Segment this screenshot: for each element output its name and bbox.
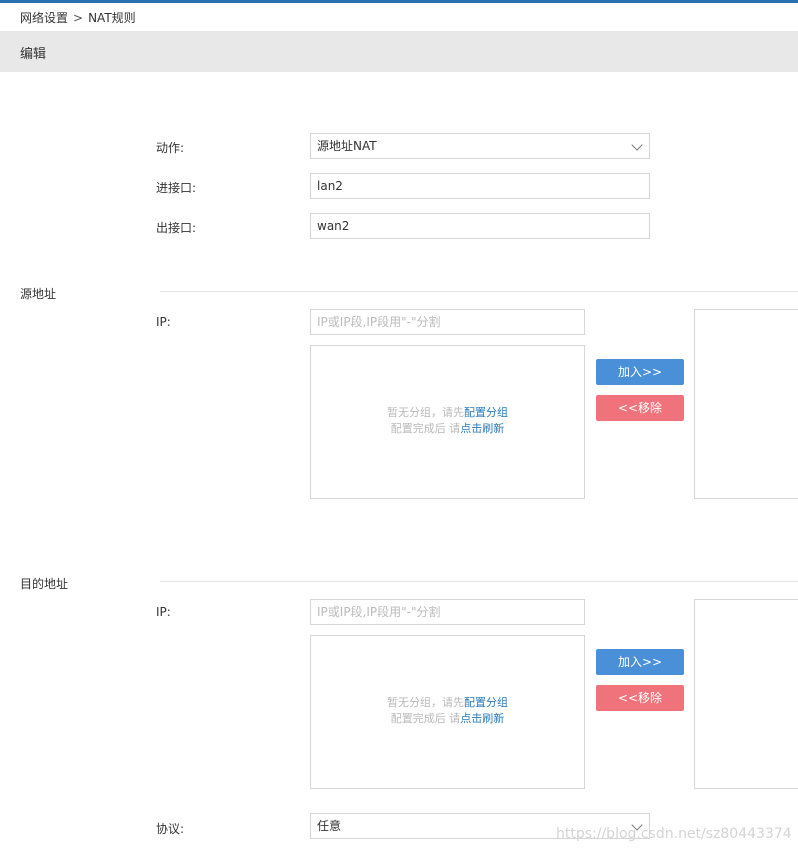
destination-refresh-link[interactable]: 点击刷新 (460, 712, 504, 725)
source-empty-text-2: 配置完成后 请 (390, 422, 461, 435)
destination-empty-text-1: 暂无分组，请先 (387, 696, 464, 709)
source-config-group-link[interactable]: 配置分组 (464, 406, 508, 419)
source-ip-input[interactable] (310, 309, 585, 335)
action-label: 动作: (156, 141, 185, 155)
in-interface-input[interactable] (310, 173, 650, 199)
watermark: https://blog.csdn.net/sz80443374 (556, 826, 792, 842)
destination-empty-text-2: 配置完成后 请 (390, 712, 461, 725)
protocol-select-value: 任意 (317, 819, 342, 833)
destination-add-button[interactable]: 加入>> (596, 649, 684, 675)
out-interface-label: 出接口: (156, 221, 197, 235)
destination-config-group-link[interactable]: 配置分组 (464, 696, 508, 709)
panel-title: 编辑 (20, 47, 47, 62)
destination-remove-button[interactable]: <<移除 (596, 685, 684, 711)
protocol-label: 协议: (156, 822, 185, 836)
in-interface-label: 进接口: (156, 181, 197, 195)
source-divider (160, 291, 798, 292)
source-empty-message: 暂无分组，请先配置分组 配置完成后 请点击刷新 (311, 405, 584, 437)
destination-group-list[interactable]: 暂无分组，请先配置分组 配置完成后 请点击刷新 (310, 635, 585, 789)
source-group-list[interactable]: 暂无分组，请先配置分组 配置完成后 请点击刷新 (310, 345, 585, 499)
action-select-value: 源地址NAT (317, 139, 377, 153)
action-select[interactable]: 源地址NAT (310, 133, 650, 159)
destination-divider (160, 581, 798, 582)
destination-ip-label: IP: (156, 605, 171, 619)
breadcrumb: 网络设置 > NAT规则 (20, 9, 136, 26)
source-empty-text-1: 暂无分组，请先 (387, 406, 464, 419)
out-interface-input[interactable] (310, 213, 650, 239)
breadcrumb-separator: > (73, 11, 84, 25)
breadcrumb-current: NAT规则 (88, 11, 136, 25)
source-section-title: 源地址 (20, 287, 57, 301)
source-ip-label: IP: (156, 315, 171, 329)
panel-header: 编辑 (0, 31, 798, 72)
breadcrumb-network-settings[interactable]: 网络设置 (20, 11, 68, 25)
source-remove-button[interactable]: <<移除 (596, 395, 684, 421)
chevron-down-icon (631, 139, 643, 151)
source-selected-list[interactable] (694, 309, 798, 499)
destination-selected-list[interactable] (694, 599, 798, 789)
destination-empty-message: 暂无分组，请先配置分组 配置完成后 请点击刷新 (311, 695, 584, 727)
destination-section-title: 目的地址 (20, 577, 69, 591)
source-refresh-link[interactable]: 点击刷新 (460, 422, 504, 435)
top-accent-bar (0, 0, 798, 3)
source-add-button[interactable]: 加入>> (596, 359, 684, 385)
destination-ip-input[interactable] (310, 599, 585, 625)
